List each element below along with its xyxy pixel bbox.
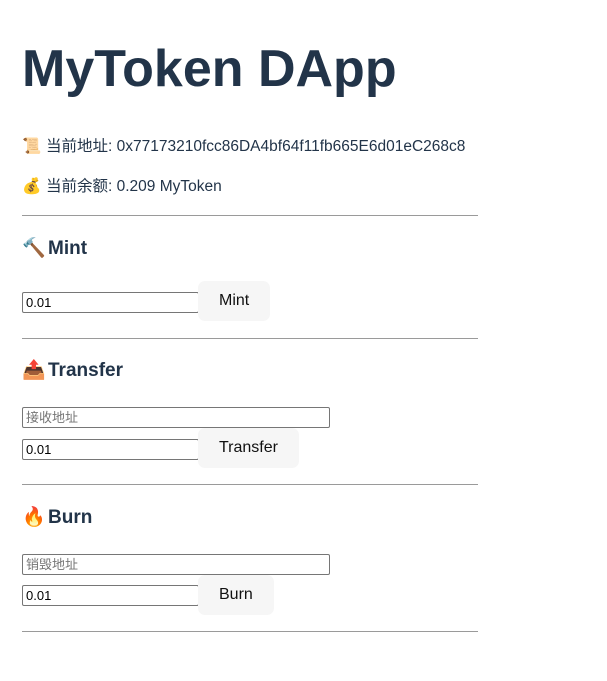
money-bag-icon: 💰 xyxy=(22,178,42,195)
burn-button[interactable]: Burn xyxy=(198,575,274,615)
burn-address-input[interactable] xyxy=(22,554,330,575)
page-title: MyToken DApp xyxy=(22,40,397,98)
mint-amount-input[interactable] xyxy=(22,292,199,313)
fire-icon: 🔥 xyxy=(22,507,46,528)
burn-amount-input[interactable] xyxy=(22,585,199,606)
mint-button[interactable]: Mint xyxy=(198,281,271,321)
current-address-row: 📜 当前地址: 0x77173210fcc86DA4bf64f11fb665E6d… xyxy=(22,137,465,157)
burn-title-text: Burn xyxy=(48,507,93,528)
transfer-amount-input[interactable] xyxy=(22,439,199,460)
transfer-button[interactable]: Transfer xyxy=(198,428,299,468)
recipient-address-input[interactable] xyxy=(22,407,330,428)
scroll-icon: 📜 xyxy=(22,138,42,155)
hammer-icon: 🔨 xyxy=(22,238,46,259)
current-balance-row: 💰 当前余额: 0.209 MyToken xyxy=(22,177,222,197)
transfer-section-title: 📤 Transfer xyxy=(22,359,123,383)
burn-section-title: 🔥 Burn xyxy=(22,506,92,530)
transfer-title-text: Transfer xyxy=(48,360,123,381)
divider xyxy=(22,338,478,339)
mint-title-text: Mint xyxy=(48,238,88,259)
divider xyxy=(22,631,478,632)
divider xyxy=(22,484,478,485)
current-balance-text: 当前余额: 0.209 MyToken xyxy=(46,178,222,195)
outbox-tray-icon: 📤 xyxy=(22,360,46,381)
current-address-text: 当前地址: 0x77173210fcc86DA4bf64f11fb665E6d0… xyxy=(46,138,466,155)
divider xyxy=(22,215,478,216)
mint-section-title: 🔨 Mint xyxy=(22,237,87,261)
